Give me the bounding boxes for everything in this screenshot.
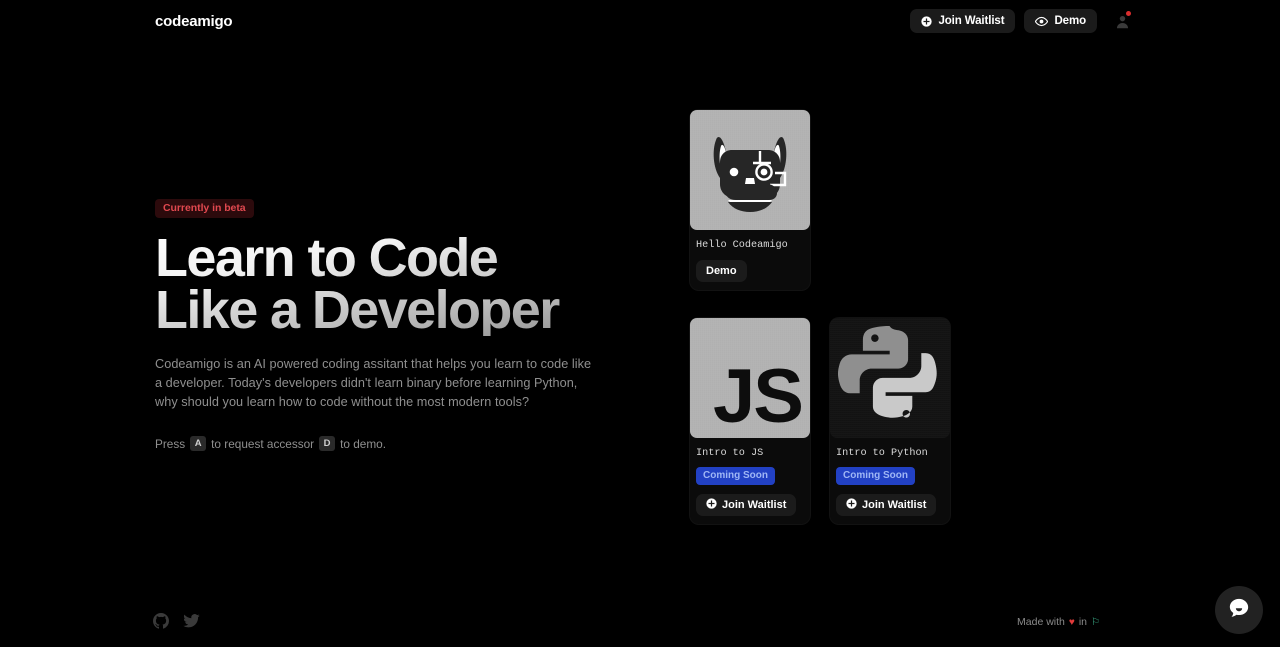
user-avatar-icon[interactable] xyxy=(1112,10,1132,32)
card-hello-codeamigo[interactable]: Hello Codeamigo Demo xyxy=(690,110,810,290)
site-header: codeamigo Join Waitlist Demo xyxy=(0,0,1280,42)
header-demo-label: Demo xyxy=(1054,15,1086,27)
card-title: Hello Codeamigo xyxy=(690,230,810,251)
shortcut-press-label: Press xyxy=(155,437,185,451)
codeamigo-dog-logo xyxy=(690,110,810,230)
github-icon[interactable] xyxy=(153,613,169,629)
chat-bubble-icon xyxy=(1228,597,1250,624)
status-badge: Coming Soon xyxy=(836,467,915,485)
card-title: Intro to Python xyxy=(830,438,950,459)
card-intro-to-python[interactable]: Intro to Python Coming Soon Join Waitlis… xyxy=(830,318,950,524)
card-join-waitlist-button[interactable]: Join Waitlist xyxy=(836,494,936,516)
python-logo xyxy=(830,318,950,438)
status-badge: Coming Soon xyxy=(696,467,775,485)
shortcut-mid-label: to request accessor xyxy=(211,437,314,451)
eye-icon xyxy=(1035,16,1048,27)
footer-made-with: Made with ♥ in ⚐ xyxy=(1017,616,1100,628)
card-demo-label: Demo xyxy=(706,265,737,277)
card-join-waitlist-label: Join Waitlist xyxy=(722,499,786,511)
header-demo-button[interactable]: Demo xyxy=(1024,9,1097,33)
keyboard-shortcut-hint: Press A to request accessor D to demo. xyxy=(155,436,615,451)
header-join-waitlist-label: Join Waitlist xyxy=(938,15,1004,27)
chat-widget-button[interactable] xyxy=(1215,586,1263,634)
beta-status-badge: Currently in beta xyxy=(155,199,254,218)
card-join-waitlist-label: Join Waitlist xyxy=(862,499,926,511)
made-with-mid: in xyxy=(1079,616,1087,628)
header-actions: Join Waitlist Demo xyxy=(910,9,1132,33)
brand-logo[interactable]: codeamigo xyxy=(155,13,232,30)
made-with-prefix: Made with xyxy=(1017,616,1065,628)
heart-icon: ♥ xyxy=(1069,617,1075,628)
plus-circle-icon xyxy=(921,16,932,27)
card-join-waitlist-button[interactable]: Join Waitlist xyxy=(696,494,796,516)
hero-section: Currently in beta Learn to Code Like a D… xyxy=(155,198,615,451)
javascript-logo: JS xyxy=(690,318,810,438)
plus-circle-icon xyxy=(706,498,717,512)
page-title: Learn to Code Like a Developer xyxy=(155,232,615,336)
hero-description: Codeamigo is an AI powered coding assita… xyxy=(155,355,593,412)
shortcut-end-label: to demo. xyxy=(340,437,386,451)
card-title: Intro to JS xyxy=(690,438,810,459)
twitter-icon[interactable] xyxy=(183,614,200,628)
card-intro-to-js[interactable]: JS Intro to JS Coming Soon Join Waitlist xyxy=(690,318,810,524)
shortcut-key-a[interactable]: A xyxy=(190,436,206,451)
flag-icon: ⚐ xyxy=(1091,617,1100,628)
plus-circle-icon xyxy=(846,498,857,512)
footer-social-links xyxy=(153,613,200,629)
shortcut-key-d[interactable]: D xyxy=(319,436,335,451)
header-join-waitlist-button[interactable]: Join Waitlist xyxy=(910,9,1015,33)
notification-dot xyxy=(1126,11,1131,16)
card-demo-button[interactable]: Demo xyxy=(696,260,747,282)
svg-text:JS: JS xyxy=(713,354,802,438)
